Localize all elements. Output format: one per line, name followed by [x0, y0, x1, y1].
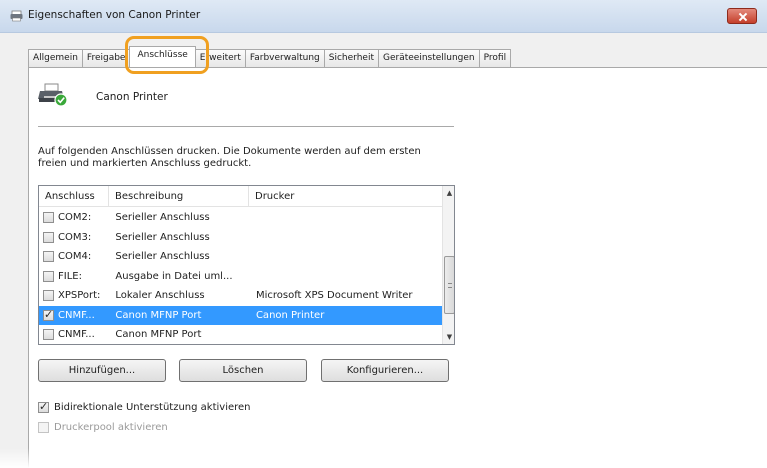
scroll-up-arrow-icon[interactable]: ▲	[443, 186, 454, 200]
printer-properties-window: Eigenschaften von Canon Printer Allgemei…	[0, 0, 767, 468]
ports-list[interactable]: Anschluss Beschreibung Drucker COM2: Seri…	[38, 185, 455, 345]
port-checkbox[interactable]	[43, 329, 54, 341]
port-name: COM2:	[58, 212, 92, 224]
port-checkbox[interactable]	[43, 251, 54, 263]
separator	[38, 126, 454, 127]
title-bar[interactable]: Eigenschaften von Canon Printer	[0, 0, 767, 33]
bidirectional-option[interactable]: Bidirektionale Unterstützung aktivieren	[38, 400, 251, 413]
tab-strip: Allgemein Freigabe Anschlüsse Erweitert …	[28, 46, 512, 67]
port-description: Serieller Anschluss	[115, 251, 210, 263]
port-checkbox[interactable]	[43, 290, 54, 302]
ports-description: Auf folgenden Anschlüssen drucken. Die D…	[38, 146, 458, 170]
window-title: Eigenschaften von Canon Printer	[28, 9, 201, 21]
port-checkbox[interactable]	[43, 231, 54, 243]
add-port-button[interactable]: Hinzufügen...	[38, 359, 166, 382]
port-description: Serieller Anschluss	[115, 231, 210, 243]
ports-list-body: COM2: Serieller Anschluss COM3: Serieller A…	[39, 208, 442, 344]
port-printer: Canon Printer	[255, 309, 325, 321]
port-row[interactable]: FILE: Ausgabe in Datei uml...	[39, 267, 442, 287]
port-name: FILE:	[58, 270, 82, 282]
configure-port-button[interactable]: Konfigurieren...	[321, 359, 449, 382]
port-printer: Microsoft XPS Document Writer	[255, 290, 413, 302]
port-row[interactable]: COM4: Serieller Anschluss	[39, 247, 442, 267]
port-name: COM4:	[58, 251, 92, 263]
ports-list-scrollbar[interactable]: ▲ ▼	[442, 186, 454, 344]
scroll-thumb[interactable]	[444, 256, 454, 314]
port-row[interactable]: COM3: Serieller Anschluss	[39, 228, 442, 248]
scroll-down-arrow-icon[interactable]: ▼	[443, 330, 454, 344]
port-description: Canon MFNP Port	[115, 309, 202, 321]
scroll-grip-icon	[448, 283, 452, 288]
printer-title-icon	[10, 10, 23, 22]
ports-list-header: Anschluss Beschreibung Drucker	[39, 186, 442, 207]
port-description: Canon MFNP Port	[115, 329, 202, 341]
description-line-2: freien und markierten Anschluss gedruckt…	[38, 158, 252, 169]
port-description: Ausgabe in Datei uml...	[115, 270, 233, 282]
port-row[interactable]: COM2: Serieller Anschluss	[39, 208, 442, 228]
port-name: COM3:	[58, 231, 92, 243]
port-checkbox[interactable]	[43, 308, 54, 321]
port-row[interactable]: XPSPort: Lokaler Anschluss Microsoft XPS D…	[39, 286, 442, 306]
port-checkbox[interactable]	[43, 212, 54, 224]
port-row[interactable]: CNMF... Canon MFNP Port	[39, 325, 442, 344]
tab-sicherheit[interactable]: Sicherheit	[323, 49, 379, 67]
port-name: CNMF...	[58, 309, 95, 321]
bottom-fade	[0, 448, 767, 468]
port-name: CNMF...	[58, 329, 95, 341]
close-button[interactable]	[727, 8, 757, 24]
port-row[interactable]: CNMF... Canon MFNP Port Canon Printer	[39, 305, 442, 325]
tab-farbverwaltung[interactable]: Farbverwaltung	[244, 49, 325, 67]
port-checkbox[interactable]	[43, 270, 54, 282]
tab-freigabe[interactable]: Freigabe	[81, 49, 131, 67]
bidirectional-label: Bidirektionale Unterstützung aktivieren	[54, 402, 251, 413]
printer-pool-option: Druckerpool aktivieren	[38, 422, 168, 433]
printer-pool-checkbox	[38, 422, 49, 433]
printer-icon	[38, 83, 68, 106]
delete-port-button[interactable]: Löschen	[179, 359, 307, 382]
printer-pool-label: Druckerpool aktivieren	[54, 422, 168, 433]
bidirectional-checkbox[interactable]	[38, 400, 49, 413]
description-line-1: Auf folgenden Anschlüssen drucken. Die D…	[38, 146, 421, 157]
tab-allgemein[interactable]: Allgemein	[28, 49, 83, 67]
column-header-description[interactable]: Beschreibung	[109, 186, 249, 207]
port-name: XPSPort:	[58, 290, 101, 302]
column-header-printer[interactable]: Drucker	[249, 186, 442, 207]
tab-profil[interactable]: Profil	[478, 49, 512, 67]
column-header-port[interactable]: Anschluss	[39, 186, 109, 207]
tab-highlight-ring	[125, 36, 209, 74]
port-description: Serieller Anschluss	[115, 212, 210, 224]
printer-name: Canon Printer	[96, 91, 168, 103]
port-description: Lokaler Anschluss	[115, 290, 205, 302]
tab-geraeteeinstellungen[interactable]: Geräteeinstellungen	[377, 49, 480, 67]
